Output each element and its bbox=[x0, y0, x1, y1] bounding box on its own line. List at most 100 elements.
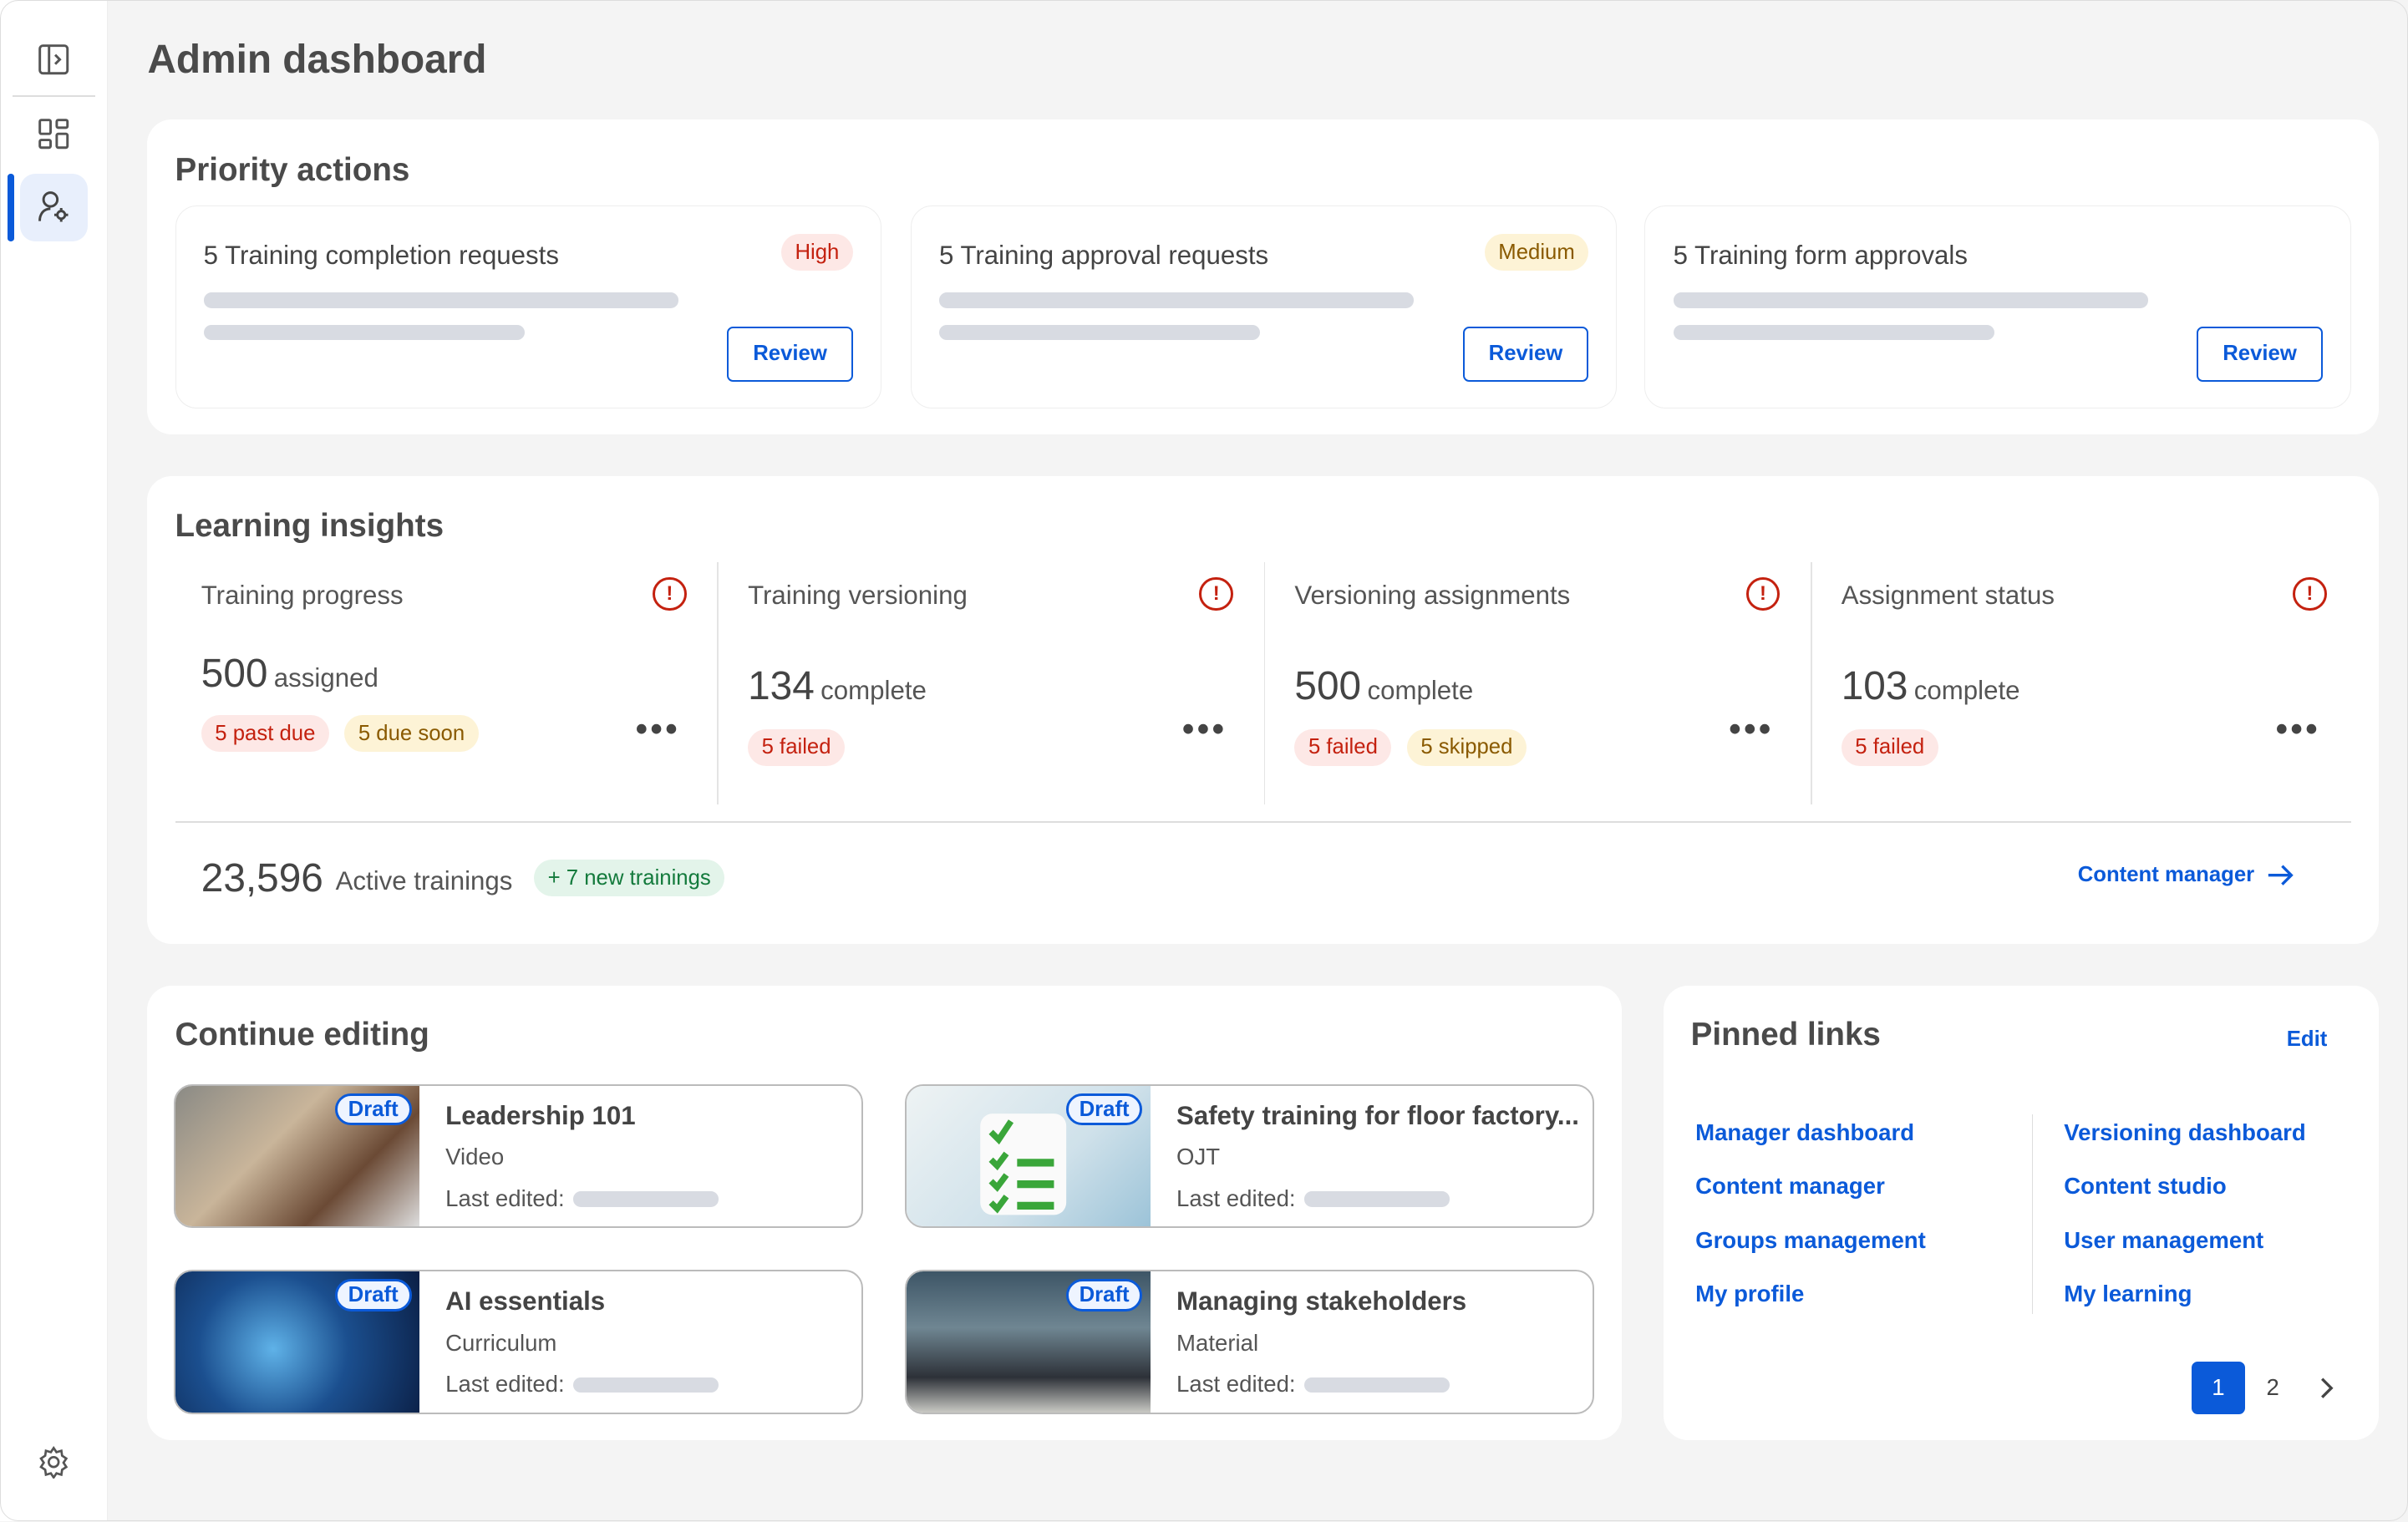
failed-badge: 5 failed bbox=[1294, 729, 1392, 766]
new-trainings-badge: + 7 new trainings bbox=[534, 860, 725, 897]
alert-icon: ! bbox=[653, 577, 687, 611]
insight-value: 103 complete bbox=[1841, 663, 2020, 708]
section-title: Continue editing bbox=[175, 1016, 429, 1053]
insight-versioning-assignments[interactable]: Versioning assignments ! 500 complete 5 f… bbox=[1267, 562, 1813, 804]
pinned-link[interactable]: Versioning dashboard bbox=[2064, 1119, 2305, 1146]
draft-title: Safety training for floor factory... bbox=[1176, 1100, 1579, 1130]
active-trainings-count: 23,596 bbox=[201, 855, 323, 901]
skeleton-line bbox=[939, 324, 1261, 341]
last-edited-label: Last edited: bbox=[445, 1185, 565, 1212]
draft-card[interactable]: Draft Managing stakeholders Material Las… bbox=[904, 1270, 1594, 1414]
settings-gear-icon[interactable] bbox=[20, 1428, 88, 1495]
skeleton-line bbox=[572, 1191, 719, 1207]
last-edited-label: Last edited: bbox=[445, 1371, 565, 1398]
divider bbox=[1810, 561, 1812, 805]
priority-item-label: 5 Training completion requests bbox=[203, 240, 559, 270]
panel-expand-icon[interactable] bbox=[20, 26, 88, 94]
divider bbox=[717, 561, 719, 805]
user-settings-icon[interactable] bbox=[19, 173, 88, 241]
pinned-link[interactable]: Manager dashboard bbox=[1695, 1119, 1914, 1146]
more-options-icon[interactable]: ••• bbox=[1182, 709, 1227, 748]
pinned-link[interactable]: My learning bbox=[2064, 1281, 2192, 1307]
arrow-right-icon bbox=[2268, 865, 2294, 885]
last-edited-label: Last edited: bbox=[1176, 1185, 1296, 1212]
link-label: Content manager bbox=[2077, 863, 2255, 887]
skeleton-line bbox=[939, 292, 1414, 308]
priority-actions-card: Priority actions 5 Training completion r… bbox=[147, 119, 2380, 435]
priority-item: 5 Training approval requests Medium Revi… bbox=[910, 205, 1618, 408]
review-button[interactable]: Review bbox=[727, 326, 853, 382]
insight-value: 500 complete bbox=[1294, 663, 1474, 708]
skeleton-line bbox=[1303, 1377, 1450, 1393]
priority-item: 5 Training form approvals Review bbox=[1644, 205, 2351, 408]
past-due-badge: 5 past due bbox=[201, 715, 329, 753]
content-manager-link[interactable]: Content manager bbox=[2078, 863, 2294, 887]
due-soon-badge: 5 due soon bbox=[344, 715, 479, 753]
draft-title: Managing stakeholders bbox=[1176, 1286, 1467, 1317]
review-button[interactable]: Review bbox=[1462, 326, 1589, 382]
pinned-link[interactable]: Groups management bbox=[1695, 1227, 1926, 1254]
learning-insights-card: Learning insights Training progress ! 50… bbox=[147, 475, 2380, 945]
page-2-button[interactable]: 2 bbox=[2258, 1362, 2289, 1413]
draft-card[interactable]: Draft Safety training for floor factory.… bbox=[904, 1083, 1594, 1229]
divider bbox=[175, 821, 2351, 824]
divider bbox=[1263, 561, 1266, 805]
failed-badge: 5 failed bbox=[748, 729, 846, 766]
insight-training-progress[interactable]: Training progress ! 500 assigned 5 past d… bbox=[174, 562, 720, 804]
dashboard-grid-icon[interactable] bbox=[20, 99, 88, 167]
priority-item: 5 Training completion requests High Revi… bbox=[175, 205, 881, 408]
draft-title: Leadership 101 bbox=[445, 1100, 636, 1130]
edit-pinned-links-button[interactable]: Edit bbox=[2287, 1027, 2328, 1052]
priority-item-label: 5 Training form approvals bbox=[1673, 240, 1968, 270]
insight-training-versioning[interactable]: Training versioning ! 134 complete 5 fail… bbox=[720, 562, 1267, 804]
chevron-right-icon[interactable] bbox=[2314, 1376, 2339, 1400]
draft-badge: Draft bbox=[1065, 1093, 1143, 1126]
pinned-links-card: Pinned links Edit Manager dashboard Vers… bbox=[1663, 985, 2380, 1441]
priority-badge: Medium bbox=[1484, 234, 1589, 271]
draft-card[interactable]: Draft Leadership 101 Video Last edited: bbox=[173, 1083, 863, 1229]
draft-badge: Draft bbox=[334, 1093, 412, 1126]
alert-icon: ! bbox=[2293, 577, 2327, 611]
skeleton-line bbox=[1673, 324, 1994, 341]
page-1-button[interactable]: 1 bbox=[2191, 1362, 2246, 1414]
sidebar-divider bbox=[12, 94, 95, 97]
active-indicator bbox=[8, 173, 14, 241]
draft-type: Video bbox=[445, 1144, 505, 1170]
insight-title: Assignment status bbox=[1841, 580, 2055, 610]
continue-editing-card: Continue editing Draft Leadership 101 Vi… bbox=[147, 985, 1622, 1441]
section-title: Learning insights bbox=[175, 508, 445, 545]
priority-item-label: 5 Training approval requests bbox=[939, 240, 1269, 270]
failed-badge: 5 failed bbox=[1841, 729, 1938, 766]
draft-type: OJT bbox=[1176, 1144, 1221, 1170]
divider bbox=[2031, 1114, 2034, 1315]
skipped-badge: 5 skipped bbox=[1406, 729, 1527, 766]
more-options-icon[interactable]: ••• bbox=[1729, 709, 1773, 748]
insight-assignment-status[interactable]: Assignment status ! 103 complete 5 failed… bbox=[1814, 562, 2360, 804]
insight-title: Training progress bbox=[201, 580, 404, 610]
insight-title: Training versioning bbox=[748, 580, 968, 610]
draft-type: Material bbox=[1176, 1329, 1259, 1356]
last-edited-label: Last edited: bbox=[1176, 1371, 1296, 1398]
pinned-link[interactable]: User management bbox=[2064, 1227, 2263, 1254]
active-trainings-label: Active trainings bbox=[335, 865, 513, 895]
priority-badge: High bbox=[780, 234, 853, 271]
skeleton-line bbox=[1673, 292, 2148, 308]
pinned-link[interactable]: Content studio bbox=[2064, 1173, 2226, 1200]
section-title: Priority actions bbox=[175, 151, 410, 188]
pinned-link[interactable]: My profile bbox=[1695, 1281, 1804, 1307]
more-options-icon[interactable]: ••• bbox=[636, 709, 680, 748]
more-options-icon[interactable]: ••• bbox=[2276, 709, 2320, 748]
skeleton-line bbox=[572, 1377, 719, 1393]
draft-type: Curriculum bbox=[445, 1329, 557, 1356]
skeleton-line bbox=[203, 324, 525, 341]
skeleton-line bbox=[203, 292, 678, 308]
draft-card[interactable]: Draft AI essentials Curriculum Last edit… bbox=[173, 1270, 863, 1414]
skeleton-line bbox=[1303, 1191, 1450, 1207]
draft-title: AI essentials bbox=[445, 1286, 606, 1317]
review-button[interactable]: Review bbox=[2197, 326, 2323, 382]
section-title: Pinned links bbox=[1690, 1016, 1881, 1053]
pinned-link[interactable]: Content manager bbox=[1695, 1173, 1885, 1200]
draft-badge: Draft bbox=[334, 1279, 412, 1311]
draft-badge: Draft bbox=[1065, 1279, 1143, 1311]
insight-title: Versioning assignments bbox=[1294, 580, 1571, 610]
